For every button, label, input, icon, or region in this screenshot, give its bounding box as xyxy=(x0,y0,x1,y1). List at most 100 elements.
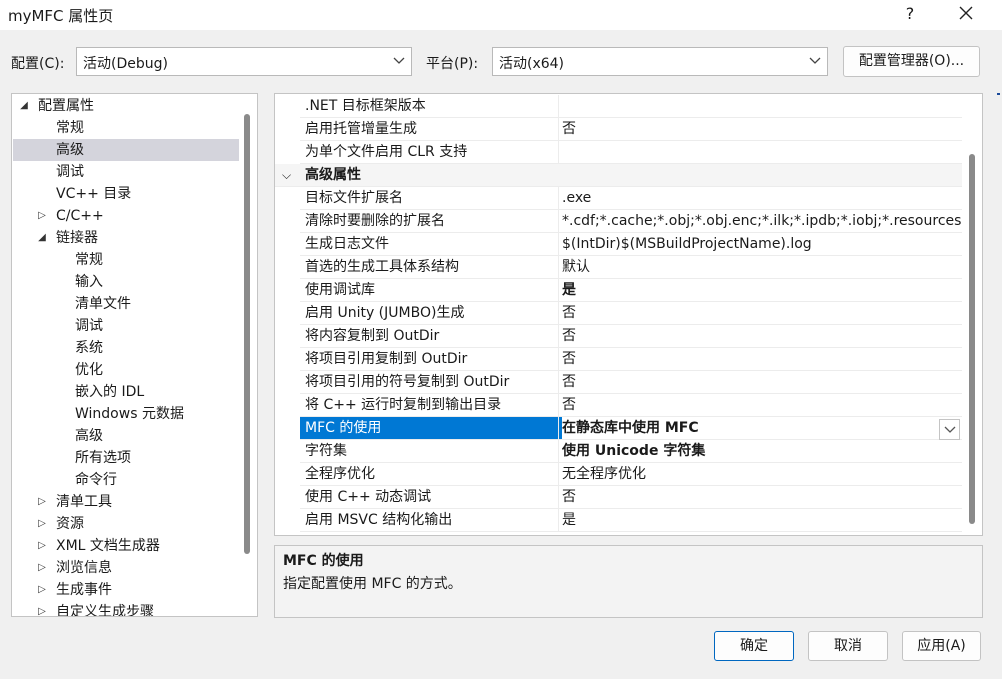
collapsed-triangle-icon[interactable]: ▷ xyxy=(36,491,48,513)
category-row[interactable]: ⌵ 高级属性 xyxy=(275,164,962,187)
tree-item[interactable]: 高级 xyxy=(13,139,239,161)
property-name: 使用调试库 xyxy=(305,282,375,298)
column-divider xyxy=(558,141,559,164)
cancel-button[interactable]: 取消 xyxy=(808,631,888,661)
property-row[interactable]: 目标文件扩展名 .exe xyxy=(300,187,962,210)
expanded-triangle-icon[interactable]: ◢ xyxy=(36,227,48,249)
description-title: MFC 的使用 xyxy=(283,553,364,569)
tree-scrollbar[interactable] xyxy=(244,114,250,554)
tree-item[interactable]: VC++ 目录 xyxy=(13,183,239,205)
property-value[interactable]: 否 xyxy=(562,302,962,324)
platform-combo[interactable]: 活动(x64) xyxy=(492,47,828,76)
tree-item[interactable]: ▷ XML 文档生成器 xyxy=(13,535,239,557)
tree-item[interactable]: 常规 xyxy=(13,117,239,139)
property-value[interactable]: 否 xyxy=(562,118,962,140)
tree-item-label: Windows 元数据 xyxy=(75,406,184,422)
tree-item[interactable]: ◢ 配置属性 xyxy=(13,95,239,117)
tree-item[interactable]: Windows 元数据 xyxy=(13,403,239,425)
config-value: 活动(Debug) xyxy=(83,56,168,72)
property-name: 启用 MSVC 结构化输出 xyxy=(305,512,453,528)
help-button[interactable]: ? xyxy=(898,3,922,27)
property-row[interactable]: .NET 目标框架版本 xyxy=(300,95,962,118)
collapsed-triangle-icon[interactable]: ▷ xyxy=(36,205,48,227)
property-row[interactable]: 将项目引用复制到 OutDir 否 xyxy=(300,348,962,371)
apply-button[interactable]: 应用(A) xyxy=(902,631,981,661)
property-value[interactable]: 否 xyxy=(562,394,962,416)
tree-item[interactable]: 高级 xyxy=(13,425,239,447)
tree-item[interactable]: ▷ 浏览信息 xyxy=(13,557,239,579)
property-value[interactable]: *.cdf;*.cache;*.obj;*.obj.enc;*.ilk;*.ip… xyxy=(562,210,962,232)
property-name: 目标文件扩展名 xyxy=(305,190,403,206)
property-name: 启用托管增量生成 xyxy=(305,121,417,137)
property-value[interactable]: 无全程序优化 xyxy=(562,463,962,485)
property-tree[interactable]: ◢ 配置属性 常规 高级 调试 VC++ 目录 ▷ C/C++ ◢ 链接器 常规 输入 清单文件 调试 系统… xyxy=(11,93,258,617)
property-value[interactable]: 在静态库中使用 MFC xyxy=(562,417,962,439)
collapsed-triangle-icon[interactable]: ▷ xyxy=(36,579,48,601)
property-row[interactable]: 启用 Unity (JUMBO)生成 否 xyxy=(300,302,962,325)
tree-item[interactable]: 清单文件 xyxy=(13,293,239,315)
property-value[interactable]: 使用 Unicode 字符集 xyxy=(562,440,962,462)
column-divider xyxy=(558,348,559,371)
tree-item[interactable]: ◢ 链接器 xyxy=(13,227,239,249)
close-button[interactable] xyxy=(952,1,980,27)
expanded-triangle-icon[interactable]: ◢ xyxy=(18,95,30,117)
property-row[interactable]: 将项目引用的符号复制到 OutDir 否 xyxy=(300,371,962,394)
ok-button[interactable]: 确定 xyxy=(714,631,794,661)
tree-item-label: 高级 xyxy=(75,428,103,444)
tree-item[interactable]: ▷ 清单工具 xyxy=(13,491,239,513)
column-divider xyxy=(558,210,559,233)
tree-item[interactable]: 优化 xyxy=(13,359,239,381)
property-row[interactable]: 启用托管增量生成 否 xyxy=(300,118,962,141)
property-row[interactable]: 字符集 使用 Unicode 字符集 xyxy=(300,440,962,463)
tree-item[interactable]: 命令行 xyxy=(13,469,239,491)
property-row[interactable]: 全程序优化 无全程序优化 xyxy=(300,463,962,486)
tree-item-label: 资源 xyxy=(56,516,84,532)
property-value[interactable]: 否 xyxy=(562,371,962,393)
property-row[interactable]: MFC 的使用 在静态库中使用 MFC xyxy=(300,417,962,440)
collapsed-triangle-icon[interactable]: ▷ xyxy=(36,535,48,557)
chevron-down-icon xyxy=(944,426,956,433)
tree-item[interactable]: 所有选项 xyxy=(13,447,239,469)
property-value[interactable]: $(IntDir)$(MSBuildProjectName).log xyxy=(562,233,962,255)
tree-item[interactable]: ▷ 自定义生成步骤 xyxy=(13,601,239,616)
property-name: 使用 C++ 动态调试 xyxy=(305,489,432,505)
tree-item[interactable]: 输入 xyxy=(13,271,239,293)
property-grid[interactable]: .NET 目标框架版本 启用托管增量生成否为单个文件启用 CLR 支持 ⌵ 高级属性目… xyxy=(274,93,983,536)
tree-item[interactable]: 系统 xyxy=(13,337,239,359)
tree-item-label: 浏览信息 xyxy=(56,560,112,576)
property-row[interactable]: 使用调试库 是 xyxy=(300,279,962,302)
property-value[interactable]: 是 xyxy=(562,509,962,531)
property-value[interactable]: .exe xyxy=(562,187,962,209)
property-value[interactable]: 是 xyxy=(562,279,962,301)
value-dropdown-button[interactable] xyxy=(939,419,960,440)
config-manager-button[interactable]: 配置管理器(O)... xyxy=(843,46,980,77)
tree-item[interactable]: ▷ C/C++ xyxy=(13,205,239,227)
collapsed-triangle-icon[interactable]: ▷ xyxy=(36,601,48,616)
tree-item[interactable]: ▷ 资源 xyxy=(13,513,239,535)
chevron-down-icon[interactable]: ⌵ xyxy=(282,164,291,186)
property-row[interactable]: 将内容复制到 OutDir 否 xyxy=(300,325,962,348)
property-row[interactable]: 生成日志文件 $(IntDir)$(MSBuildProjectName).log xyxy=(300,233,962,256)
property-row[interactable]: 首选的生成工具体系结构 默认 xyxy=(300,256,962,279)
property-value[interactable]: 否 xyxy=(562,348,962,370)
property-row[interactable]: 启用 MSVC 结构化输出 是 xyxy=(300,509,962,532)
tree-item[interactable]: 调试 xyxy=(13,315,239,337)
property-row[interactable]: 清除时要删除的扩展名 *.cdf;*.cache;*.obj;*.obj.enc;… xyxy=(300,210,962,233)
property-value[interactable]: 默认 xyxy=(562,256,962,278)
tree-item[interactable]: 调试 xyxy=(13,161,239,183)
config-combo[interactable]: 活动(Debug) xyxy=(76,47,412,76)
tree-item[interactable]: ▷ 生成事件 xyxy=(13,579,239,601)
property-row[interactable]: 将 C++ 运行时复制到输出目录 否 xyxy=(300,394,962,417)
tree-item[interactable]: 常规 xyxy=(13,249,239,271)
collapsed-triangle-icon[interactable]: ▷ xyxy=(36,513,48,535)
tree-item[interactable]: 嵌入的 IDL xyxy=(13,381,239,403)
property-value[interactable]: 否 xyxy=(562,325,962,347)
grid-scrollbar[interactable] xyxy=(969,154,975,524)
property-row[interactable]: 为单个文件启用 CLR 支持 xyxy=(300,141,962,164)
property-name: 清除时要删除的扩展名 xyxy=(305,213,445,229)
collapsed-triangle-icon[interactable]: ▷ xyxy=(36,557,48,579)
column-divider xyxy=(558,486,559,509)
property-value[interactable]: 否 xyxy=(562,486,962,508)
property-row[interactable]: 使用 C++ 动态调试 否 xyxy=(300,486,962,509)
property-name: 将项目引用的符号复制到 OutDir xyxy=(305,374,510,390)
